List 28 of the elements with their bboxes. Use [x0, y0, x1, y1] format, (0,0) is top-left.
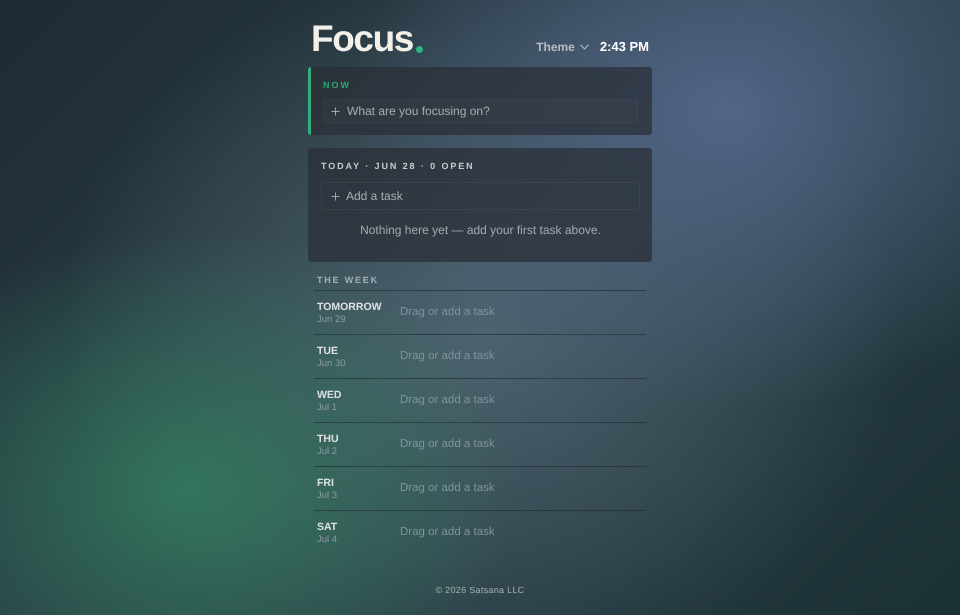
day-date: Jul 4: [317, 534, 338, 545]
empty-message: Nothing here yet — add your first task above.: [359, 223, 602, 237]
day-name: TOMORROW: [317, 300, 383, 314]
dot-icon: [416, 46, 423, 53]
plus-icon: [331, 192, 340, 200]
day-date: Jun 29: [317, 314, 347, 325]
day-task-field[interactable]: Drag or add a task: [400, 480, 646, 495]
section-heading: TODAY · JUN 28 · 0 OPEN: [321, 160, 476, 172]
plus-icon: [331, 106, 340, 116]
clock-time: 2:43 PM: [600, 39, 649, 54]
day-name: FRI: [317, 476, 335, 490]
theme-dropdown[interactable]: Theme: [536, 40, 589, 54]
section-heading: THE WEEK: [316, 274, 380, 287]
day-date: Jul 3: [317, 490, 338, 501]
section-label: NOW: [323, 80, 352, 91]
day-date: Jul 2: [317, 446, 338, 457]
app-logo: Focus: [311, 22, 413, 56]
day-name: SAT: [317, 520, 338, 534]
chevron-down-icon: [580, 44, 589, 50]
day-name: THU: [317, 432, 340, 446]
day-name: WED: [317, 388, 342, 402]
day-task-field[interactable]: Drag or add a task: [400, 392, 646, 407]
copyright-text: © 2026 Satsana LLC: [435, 585, 525, 595]
day-date: Jun 30: [317, 358, 347, 369]
day-task-field[interactable]: Drag or add a task: [400, 436, 646, 451]
day-date: Jul 1: [317, 402, 338, 413]
day-name: TUE: [317, 344, 339, 358]
day-task-field[interactable]: Drag or add a task: [400, 524, 646, 539]
